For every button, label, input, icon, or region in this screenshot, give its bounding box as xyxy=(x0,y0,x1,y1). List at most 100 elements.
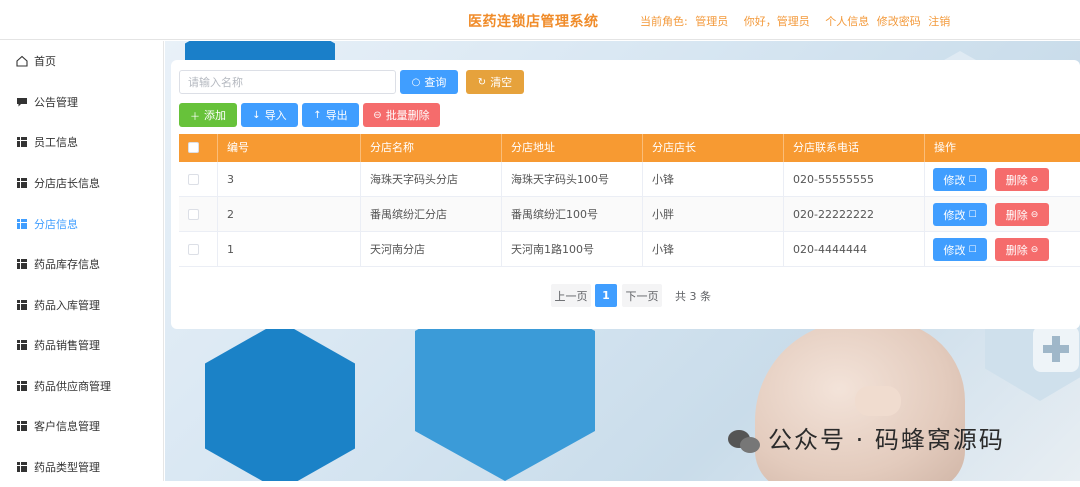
column-header-id[interactable]: 编号 xyxy=(218,134,361,162)
sidebar: 首页 公告管理 员工信息 分店店长信息 分店信息 药品库存信息 药品入库管理 药… xyxy=(0,41,164,481)
role-value: 管理员 xyxy=(695,15,729,28)
sidebar-item-suppliers[interactable]: 药品供应商管理 xyxy=(0,366,164,406)
finger-image xyxy=(855,386,901,416)
row-select-cell xyxy=(179,232,218,267)
sidebar-item-employees[interactable]: 员工信息 xyxy=(0,122,164,162)
row-checkbox[interactable] xyxy=(188,209,199,220)
row-checkbox[interactable] xyxy=(188,174,199,185)
add-button[interactable]: ＋ 添加 xyxy=(179,103,237,127)
grid-icon xyxy=(16,258,28,270)
bulk-delete-button[interactable]: ⊖ 批量删除 xyxy=(363,103,440,127)
delete-button[interactable]: 删除 ⊖ xyxy=(995,203,1049,226)
sidebar-item-label: 药品库存信息 xyxy=(34,258,100,271)
sidebar-item-label: 客户信息管理 xyxy=(34,420,100,433)
cell-phone: 020-22222222 xyxy=(784,197,925,232)
next-page-button[interactable]: 下一页 xyxy=(622,284,662,307)
sidebar-item-label: 药品销售管理 xyxy=(34,339,100,352)
prev-page-button[interactable]: 上一页 xyxy=(551,284,591,307)
search-input[interactable] xyxy=(179,70,396,94)
export-button[interactable]: ↑ 导出 xyxy=(302,103,359,127)
cell-phone: 020-55555555 xyxy=(784,162,925,197)
edit-button[interactable]: 修改 ☐ xyxy=(933,168,987,191)
select-all-checkbox[interactable] xyxy=(188,142,199,153)
cell-manager: 小胖 xyxy=(643,197,784,232)
edit-button-label: 修改 xyxy=(943,173,966,187)
table-header: 编号 分店名称 分店地址 分店店长 分店联系电话 操作 xyxy=(179,134,1080,162)
cell-id: 2 xyxy=(218,197,361,232)
cell-id: 3 xyxy=(218,162,361,197)
cell-manager: 小锋 xyxy=(643,232,784,267)
sidebar-item-label: 药品类型管理 xyxy=(34,461,100,474)
bulk-delete-button-label: 批量删除 xyxy=(385,109,430,122)
cell-address: 番禺缤纷汇100号 xyxy=(502,197,643,232)
grid-icon xyxy=(16,177,28,189)
import-button-label: 导入 xyxy=(264,109,287,122)
grid-icon xyxy=(16,218,28,230)
row-checkbox[interactable] xyxy=(188,244,199,255)
cell-phone: 020-4444444 xyxy=(784,232,925,267)
row-select-cell xyxy=(179,162,218,197)
row-select-cell xyxy=(179,197,218,232)
table-row: 2 番禺缤纷汇分店 番禺缤纷汇100号 小胖 020-22222222 修改 ☐ … xyxy=(179,197,1080,232)
cell-address: 海珠天字码头100号 xyxy=(502,162,643,197)
grid-icon xyxy=(16,420,28,432)
logout-link[interactable]: 注销 xyxy=(928,15,950,28)
profile-link[interactable]: 个人信息 xyxy=(825,15,869,28)
app-title: 医药连锁店管理系统 xyxy=(468,14,599,30)
column-header-manager[interactable]: 分店店长 xyxy=(643,134,784,162)
clear-button-label: 清空 xyxy=(490,76,513,89)
delete-button-label: 删除 xyxy=(1005,173,1028,187)
sidebar-item-drug-stock-in[interactable]: 药品入库管理 xyxy=(0,285,164,325)
edit-button[interactable]: 修改 ☐ xyxy=(933,203,987,226)
plus-icon: ＋ xyxy=(190,111,200,123)
sidebar-item-customers[interactable]: 客户信息管理 xyxy=(0,406,164,446)
sidebar-item-home[interactable]: 首页 xyxy=(0,41,164,81)
grid-icon xyxy=(16,380,28,392)
sidebar-item-drug-inventory[interactable]: 药品库存信息 xyxy=(0,244,164,284)
top-nav: 当前角色: 管理员 你好，管理员 个人信息 修改密码 注销 xyxy=(640,13,954,29)
query-button[interactable]: ○ 查询 xyxy=(400,70,458,94)
edit-icon: ☐ xyxy=(968,174,977,185)
sidebar-item-label: 分店信息 xyxy=(34,218,78,231)
arrow-up-icon: ↑ xyxy=(313,109,322,121)
column-header-phone[interactable]: 分店联系电话 xyxy=(784,134,925,162)
home-icon xyxy=(16,55,28,67)
decor-hexagon xyxy=(205,321,355,481)
import-button[interactable]: ↓ 导入 xyxy=(241,103,298,127)
column-header-actions: 操作 xyxy=(934,141,956,154)
clear-button[interactable]: ↻ 清空 xyxy=(466,70,524,94)
role-label: 当前角色: xyxy=(640,15,688,28)
delete-button-label: 删除 xyxy=(1005,208,1028,222)
change-password-link[interactable]: 修改密码 xyxy=(877,15,921,28)
sidebar-item-label: 分店店长信息 xyxy=(34,177,100,190)
watermark-text: 公众号 · 码蜂窝源码 xyxy=(768,426,1005,454)
edit-icon: ☐ xyxy=(968,244,977,255)
edit-button-label: 修改 xyxy=(943,243,966,257)
column-header-address[interactable]: 分店地址 xyxy=(502,134,643,162)
column-header-name[interactable]: 分店名称 xyxy=(361,134,502,162)
page-number-current[interactable]: 1 xyxy=(595,284,617,307)
delete-button-label: 删除 xyxy=(1005,243,1028,257)
edit-icon: ☐ xyxy=(968,209,977,220)
cell-name: 海珠天字码头分店 xyxy=(361,162,502,197)
sidebar-item-drug-types[interactable]: 药品类型管理 xyxy=(0,447,164,487)
sidebar-item-label: 员工信息 xyxy=(34,136,78,149)
sidebar-item-drug-sales[interactable]: 药品销售管理 xyxy=(0,325,164,365)
sidebar-item-label: 药品供应商管理 xyxy=(34,380,111,393)
edit-button[interactable]: 修改 ☐ xyxy=(933,238,987,261)
grid-icon xyxy=(16,339,28,351)
sidebar-item-label: 公告管理 xyxy=(34,96,78,109)
cell-id: 1 xyxy=(218,232,361,267)
add-button-label: 添加 xyxy=(204,109,226,122)
minus-circle-icon: ⊖ xyxy=(373,109,382,121)
sidebar-item-branch-managers[interactable]: 分店店长信息 xyxy=(0,163,164,203)
sidebar-item-announcements[interactable]: 公告管理 xyxy=(0,82,164,122)
minus-circle-icon: ⊖ xyxy=(1030,209,1039,220)
grid-icon xyxy=(16,461,28,473)
sidebar-item-branches[interactable]: 分店信息 xyxy=(0,204,164,244)
delete-button[interactable]: 删除 ⊖ xyxy=(995,168,1049,191)
cell-name: 天河南分店 xyxy=(361,232,502,267)
delete-button[interactable]: 删除 ⊖ xyxy=(995,238,1049,261)
grid-icon xyxy=(16,299,28,311)
cell-manager: 小锋 xyxy=(643,162,784,197)
